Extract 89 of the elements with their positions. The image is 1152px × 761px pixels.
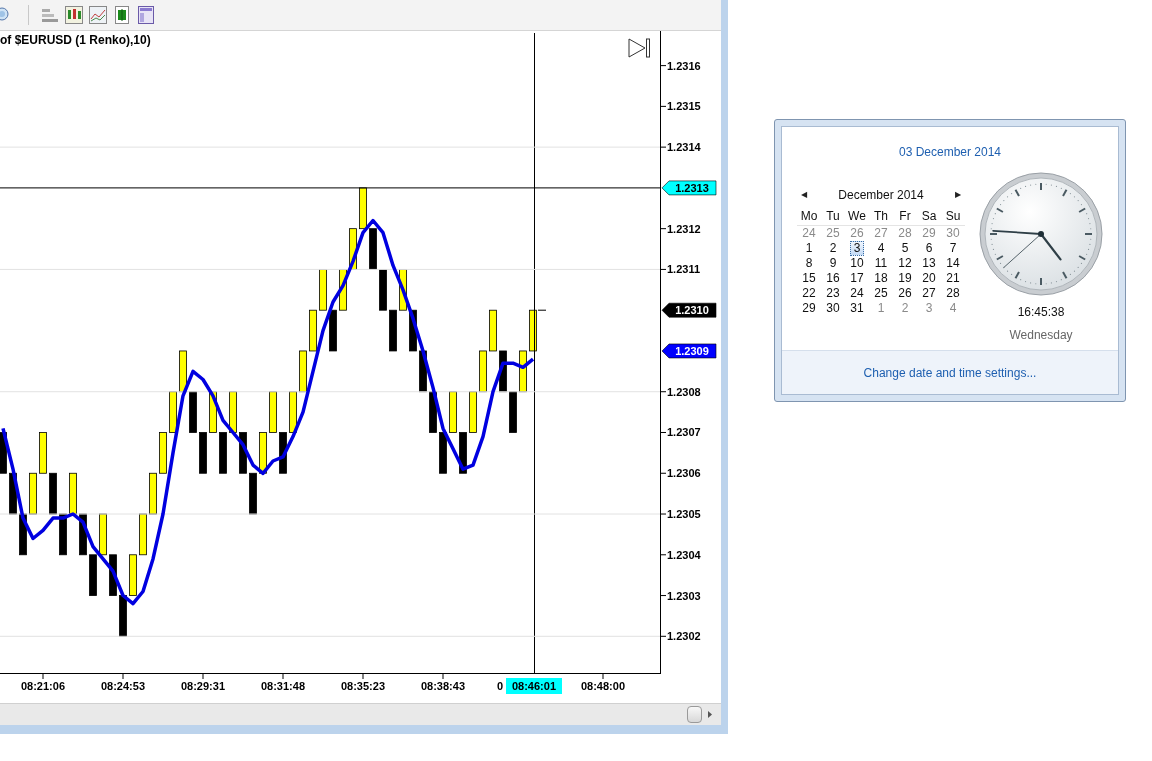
weekday-header: Fr (898, 208, 912, 224)
scroll-right-icon[interactable] (708, 711, 712, 718)
price-tick-label: 1.2307 (667, 426, 701, 439)
calendar-day[interactable]: 11 (870, 257, 892, 270)
cursor-time-tag: 08:46:01 (506, 678, 562, 694)
calendar-day[interactable]: 7 (945, 242, 961, 255)
time-tick-label: 08:38:43 (421, 680, 465, 692)
calendar-day[interactable]: 30 (822, 302, 844, 315)
time-tick-label: 0 (497, 680, 504, 692)
time-tick-label: 08:24:53 (101, 680, 145, 692)
calendar-day[interactable]: 24 (846, 287, 868, 300)
time-tick-label: 08:21:06 (21, 680, 65, 692)
price-tick-label: 1.2302 (667, 630, 701, 643)
calendar-day[interactable]: 29 (918, 227, 940, 240)
settings-link[interactable]: Change date and time settings... (863, 363, 1037, 382)
time-label: 16:45:38 (1017, 304, 1065, 321)
calendar-day[interactable]: 27 (918, 287, 940, 300)
zoom-icon[interactable] (0, 6, 12, 24)
calendar-day[interactable]: 20 (918, 272, 940, 285)
price-tick-label: 1.2306 (667, 467, 701, 480)
price-tick-label: 1.2312 (667, 222, 701, 235)
calendar-day[interactable]: 22 (798, 287, 820, 300)
line-chart-icon[interactable] (89, 6, 107, 24)
calendar-day[interactable]: 21 (942, 272, 964, 285)
calendar-day[interactable]: 26 (894, 287, 916, 300)
calendar-day[interactable]: 12 (894, 257, 916, 270)
price-tick-label: 1.2305 (667, 508, 701, 520)
price-tick-label: 1.2315 (667, 100, 701, 113)
calendar-day[interactable]: 25 (822, 227, 844, 240)
date-header[interactable]: 03 December 2014 (782, 143, 1118, 161)
candlestick-icon[interactable] (65, 6, 83, 24)
money-icon[interactable] (113, 6, 131, 24)
price-tag: 1.2310 (661, 302, 717, 318)
weekday-header: We (847, 208, 867, 224)
calendar-day[interactable]: 3 (849, 241, 865, 256)
price-tag: 1.2309 (661, 343, 717, 359)
time-tick-label: 08:48:00 (581, 680, 625, 692)
chart-title: of $EURUSD (1 Renko),10) (0, 33, 151, 47)
calendar-day[interactable]: 26 (846, 227, 868, 240)
calendar-day[interactable]: 16 (822, 272, 844, 285)
calendar-day[interactable]: 28 (894, 227, 916, 240)
weekday-header: Su (944, 208, 962, 224)
month-title[interactable]: December 2014 (838, 186, 924, 204)
calendar-day[interactable]: 30 (942, 227, 964, 240)
calendar-day[interactable]: 1 (801, 242, 817, 255)
calendar-day[interactable]: 24 (798, 227, 820, 240)
calendar-day[interactable]: 18 (870, 272, 892, 285)
weekday-label: Wednesday (1009, 327, 1073, 344)
scrollbar-thumb[interactable] (687, 706, 702, 723)
calendar-day[interactable]: 31 (846, 302, 868, 315)
weekday-header: Sa (920, 208, 938, 224)
calendar-day[interactable]: 6 (921, 242, 937, 255)
calendar-day[interactable]: 14 (942, 257, 964, 270)
price-tick-label: 1.2314 (667, 141, 701, 154)
calendar-day[interactable]: 2 (825, 242, 841, 255)
calendar-day[interactable]: 28 (942, 287, 964, 300)
time-tick-label: 08:31:48 (261, 680, 305, 692)
calendar-day[interactable]: 4 (945, 302, 961, 315)
calendar-day[interactable]: 4 (873, 242, 889, 255)
calendar-day[interactable]: 19 (894, 272, 916, 285)
calendar-day[interactable]: 5 (897, 242, 913, 255)
weekday-header: Tu (825, 208, 841, 224)
calendar-day[interactable]: 25 (870, 287, 892, 300)
window-layout-icon[interactable] (137, 6, 155, 24)
time-tick-label: 08:35:23 (341, 680, 385, 692)
calendar-day[interactable]: 10 (846, 257, 868, 270)
calendar-day[interactable]: 23 (822, 287, 844, 300)
bar-chart-icon[interactable] (41, 6, 59, 24)
calendar-day[interactable]: 29 (798, 302, 820, 315)
calendar-day[interactable]: 8 (801, 257, 817, 270)
weekday-header: Mo (799, 208, 819, 224)
previous-month-button[interactable]: ◀ (801, 189, 807, 201)
price-tick-label: 1.2311 (667, 263, 701, 276)
calendar-day[interactable]: 13 (918, 257, 940, 270)
price-tick-label: 1.2304 (667, 548, 701, 561)
next-month-button[interactable]: ▶ (955, 189, 961, 201)
price-tick-label: 1.2303 (667, 589, 701, 602)
calendar-day[interactable]: 17 (846, 272, 868, 285)
price-marker (537, 309, 547, 311)
skip-to-end-icon[interactable] (628, 38, 650, 58)
price-tick-label: 1.2316 (667, 59, 701, 72)
calendar-day[interactable]: 1 (873, 302, 889, 315)
calendar-day[interactable]: 15 (798, 272, 820, 285)
calendar-day[interactable]: 3 (921, 302, 937, 315)
weekday-header: Th (873, 208, 889, 224)
calendar-day[interactable]: 9 (825, 257, 841, 270)
price-tag: 1.2313 (661, 180, 717, 196)
time-tick-label: 08:29:31 (181, 680, 225, 692)
price-tick-label: 1.2308 (667, 385, 701, 398)
